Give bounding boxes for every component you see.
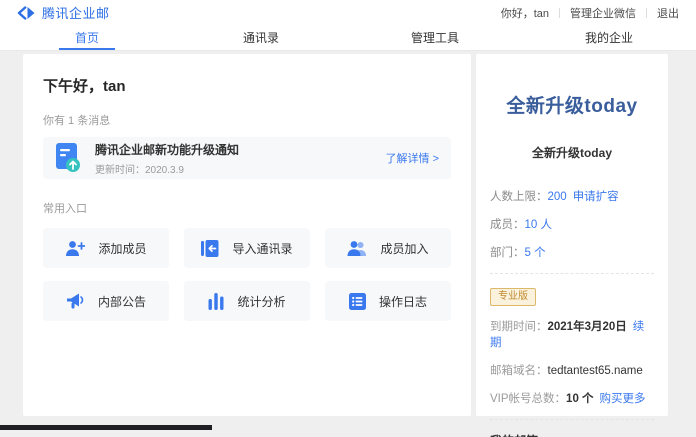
add-member-button[interactable]: 添加成员 bbox=[43, 228, 169, 268]
vip-label: VIP帐号总数： bbox=[490, 393, 566, 405]
import-contacts-icon bbox=[201, 240, 219, 257]
member-join-icon bbox=[347, 240, 367, 257]
vip-value: 10 个 bbox=[566, 393, 594, 405]
plan-badge: 专业版 bbox=[490, 288, 536, 306]
notification-text: 腾讯企业邮新功能升级通知 更新时间：2020.3.9 bbox=[95, 141, 239, 176]
logo-text: 腾讯企业邮 bbox=[42, 3, 110, 22]
divider bbox=[490, 273, 654, 274]
divider bbox=[559, 8, 560, 18]
buy-more-link[interactable]: 购买更多 bbox=[600, 393, 646, 405]
department-count-value: 5 个 bbox=[525, 247, 546, 259]
quick-entry-label: 添加成员 bbox=[98, 240, 146, 257]
member-limit-value: 200 bbox=[548, 191, 567, 203]
statistics-icon bbox=[208, 293, 224, 310]
expire-row: 到期时间：2021年3月20日续期 bbox=[490, 318, 654, 350]
tab-admin-tools[interactable]: 管理工具 bbox=[348, 25, 522, 50]
notification-card[interactable]: 腾讯企业邮新功能升级通知 更新时间：2020.3.9 了解详情 > bbox=[43, 137, 451, 179]
messages-hint: 你有 1 条消息 bbox=[43, 112, 451, 128]
my-mailbox-title: 我的邮箱 bbox=[490, 432, 613, 437]
expire-value: 2021年3月20日 bbox=[548, 321, 627, 333]
tab-home[interactable]: 首页 bbox=[0, 25, 174, 50]
exmail-logo-icon bbox=[17, 6, 36, 20]
upgrade-banner[interactable]: 全新升级today bbox=[490, 91, 654, 118]
domain-row: 邮箱域名：tedtantest65.name bbox=[490, 362, 654, 378]
upgrade-notice-icon bbox=[55, 143, 81, 173]
expand-capacity-link[interactable]: 申请扩容 bbox=[573, 191, 619, 203]
notification-detail-link[interactable]: 了解详情 > bbox=[386, 150, 439, 166]
expire-label: 到期时间： bbox=[490, 321, 548, 333]
tab-contacts[interactable]: 通讯录 bbox=[174, 25, 348, 50]
domain-label: 邮箱域名： bbox=[490, 365, 548, 377]
notification-updated: 更新时间：2020.3.9 bbox=[95, 161, 239, 176]
domain-value: tedtantest65.name bbox=[548, 365, 643, 377]
main-panel: 下午好，tan 你有 1 条消息 腾讯企业邮新功能升级通知 更新时间：2020.… bbox=[23, 54, 471, 416]
manage-wechat-link[interactable]: 管理企业微信 bbox=[570, 5, 636, 21]
divider bbox=[490, 419, 654, 420]
department-count-label: 部门： bbox=[490, 247, 525, 259]
member-join-button[interactable]: 成员加入 bbox=[325, 228, 451, 268]
top-links: 你好，tan 管理企业微信 退出 bbox=[501, 5, 679, 21]
vip-row: VIP帐号总数：10 个购买更多 bbox=[490, 390, 654, 406]
quick-entry-label: 统计分析 bbox=[237, 293, 285, 310]
member-count-label: 成员： bbox=[490, 219, 525, 231]
quick-entries-title: 常用入口 bbox=[43, 200, 451, 216]
notification-title: 腾讯企业邮新功能升级通知 bbox=[95, 141, 239, 158]
quick-entry-label: 成员加入 bbox=[380, 240, 428, 257]
operation-log-button[interactable]: 操作日志 bbox=[325, 281, 451, 321]
greeting-title: 下午好，tan bbox=[43, 75, 451, 96]
internal-announcement-button[interactable]: 内部公告 bbox=[43, 281, 169, 321]
member-limit-row: 人数上限：200 申请扩容 bbox=[490, 188, 654, 204]
bottom-scrub-bar bbox=[0, 425, 212, 430]
department-count-row: 部门：5 个 bbox=[490, 244, 654, 260]
announcement-icon bbox=[66, 293, 85, 309]
divider bbox=[646, 8, 647, 18]
add-member-icon bbox=[65, 240, 85, 257]
user-greeting-link[interactable]: 你好，tan bbox=[501, 5, 549, 21]
my-mailbox-row: 我的邮箱 kefu1@tedtantest65.name → bbox=[490, 432, 654, 437]
logout-link[interactable]: 退出 bbox=[657, 5, 679, 21]
app-logo[interactable]: 腾讯企业邮 bbox=[17, 3, 110, 22]
sidebar-panel: 全新升级today 全新升级today 人数上限：200 申请扩容 成员：10 人… bbox=[476, 54, 668, 416]
quick-entry-label: 内部公告 bbox=[98, 293, 146, 310]
quick-entry-label: 导入通讯录 bbox=[232, 240, 292, 257]
quick-entries-grid: 添加成员 导入通讯录 成员加入 bbox=[43, 228, 451, 321]
member-count-row: 成员：10 人 bbox=[490, 216, 654, 232]
my-mailbox-info: 我的邮箱 kefu1@tedtantest65.name bbox=[490, 432, 613, 437]
member-count-value: 10 人 bbox=[525, 219, 553, 231]
tab-my-company[interactable]: 我的企业 bbox=[522, 25, 696, 50]
top-header: 腾讯企业邮 你好，tan 管理企业微信 退出 bbox=[0, 0, 696, 25]
member-limit-label: 人数上限： bbox=[490, 191, 548, 203]
org-stats: 人数上限：200 申请扩容 成员：10 人 部门：5 个 bbox=[490, 188, 654, 260]
import-contacts-button[interactable]: 导入通讯录 bbox=[184, 228, 310, 268]
operation-log-icon bbox=[349, 293, 366, 310]
upgrade-banner-subtitle[interactable]: 全新升级today bbox=[490, 144, 654, 161]
quick-entry-label: 操作日志 bbox=[379, 293, 427, 310]
content-area: 下午好，tan 你有 1 条消息 腾讯企业邮新功能升级通知 更新时间：2020.… bbox=[23, 54, 668, 416]
main-nav: 首页 通讯录 管理工具 我的企业 bbox=[0, 25, 696, 51]
statistics-button[interactable]: 统计分析 bbox=[184, 281, 310, 321]
